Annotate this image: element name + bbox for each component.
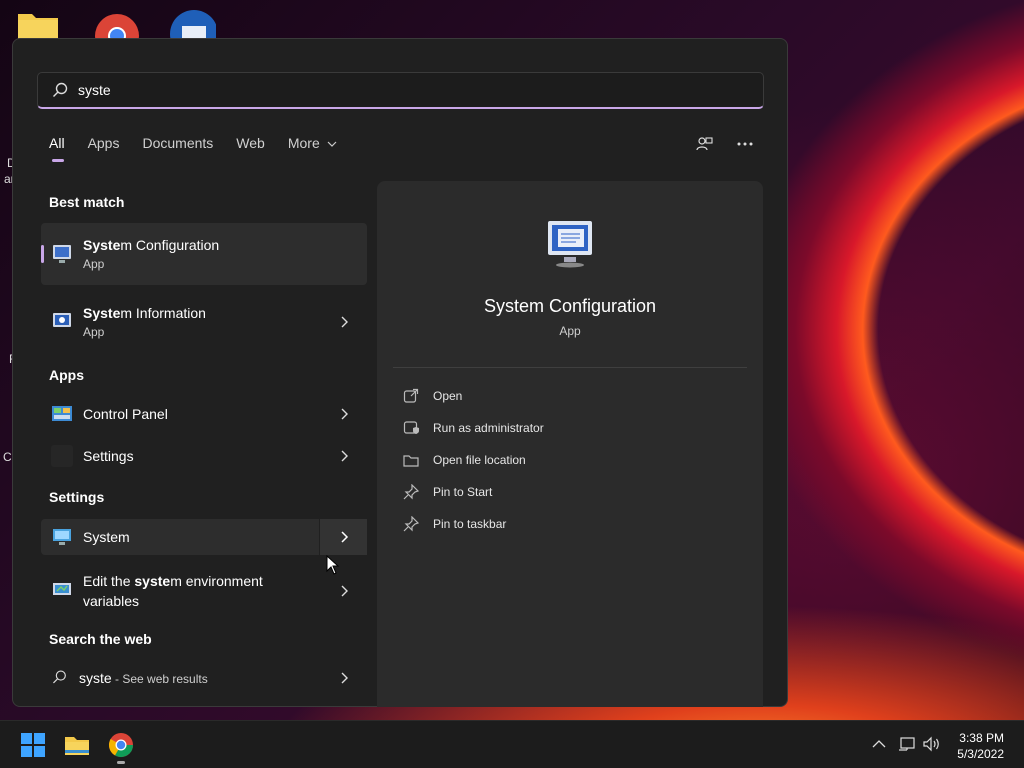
action-label: Open (433, 389, 463, 403)
settings-app-icon (51, 445, 73, 467)
web-results-hint: - See web results (111, 672, 208, 686)
result-type: App (83, 325, 105, 339)
chrome-icon[interactable] (107, 731, 135, 759)
clock-time: 3:38 PM (959, 731, 1004, 745)
network-icon[interactable] (898, 736, 916, 752)
result-name-line2: variables (83, 593, 140, 609)
chevron-right-icon[interactable] (339, 450, 349, 462)
file-explorer-icon[interactable] (63, 731, 91, 759)
section-search-web: Search the web (49, 631, 152, 647)
tab-web[interactable]: Web (236, 135, 265, 151)
match-highlight: Syste (83, 237, 121, 253)
chevron-down-icon (327, 141, 337, 147)
volume-icon[interactable] (922, 736, 940, 752)
result-environment-variables[interactable]: Edit the system environment variables (41, 559, 367, 623)
start-search-panel: All Apps Documents Web More Best match S (12, 38, 788, 707)
mouse-cursor-icon (326, 555, 340, 575)
action-label: Run as administrator (433, 421, 544, 435)
environment-variables-icon (53, 583, 71, 595)
tab-more-label: More (287, 135, 320, 151)
admin-shield-icon (403, 421, 419, 434)
chevron-right-icon[interactable] (339, 316, 349, 328)
pin-icon (403, 516, 419, 532)
action-label: Pin to Start (433, 485, 493, 499)
folder-outline-icon (403, 455, 419, 467)
panel-options (695, 135, 753, 153)
action-open[interactable]: Open (403, 388, 462, 404)
web-query: syste (79, 670, 112, 686)
expand-button[interactable] (319, 519, 367, 555)
clock-date: 5/3/2022 (957, 747, 1004, 761)
section-settings: Settings (49, 489, 105, 505)
chevron-up-icon[interactable] (872, 739, 886, 749)
result-name: Settings (83, 448, 134, 464)
tab-more[interactable]: More (288, 135, 337, 151)
search-box[interactable] (37, 72, 764, 109)
match-highlight: Syste (83, 305, 121, 321)
account-switch-icon[interactable] (695, 135, 713, 153)
chevron-right-icon (340, 531, 348, 543)
system-configuration-large-icon (548, 221, 592, 268)
result-name: Edit the (83, 573, 135, 589)
taskbar: 3:38 PM 5/3/2022 (0, 720, 1024, 768)
result-name: Control Panel (83, 406, 168, 422)
result-system-information[interactable]: System Information App (41, 291, 367, 353)
system-information-icon (53, 313, 71, 327)
result-system-configuration[interactable]: System Configuration App (41, 223, 367, 285)
section-best-match: Best match (49, 194, 125, 210)
tab-documents[interactable]: Documents (142, 135, 213, 151)
action-open-file-location[interactable]: Open file location (403, 452, 526, 468)
control-panel-icon (52, 406, 72, 421)
chevron-right-icon[interactable] (339, 672, 349, 684)
pin-icon (403, 484, 419, 500)
result-web-search[interactable]: syste - See web results (41, 657, 367, 699)
result-name: System (83, 529, 130, 545)
result-name: m Information (120, 305, 206, 321)
start-windows-icon[interactable] (19, 731, 47, 759)
result-name: m Configuration (120, 237, 220, 253)
chevron-right-icon[interactable] (339, 585, 349, 597)
detail-title: System Configuration (483, 296, 657, 316)
action-pin-to-start[interactable]: Pin to Start (403, 484, 492, 500)
system-clock[interactable]: 3:38 PM 5/3/2022 (957, 730, 1004, 762)
detail-subtitle: App (559, 324, 581, 338)
open-icon (403, 388, 419, 403)
detail-pane: System Configuration App Open Run as adm… (377, 181, 763, 707)
action-pin-to-taskbar[interactable]: Pin to taskbar (403, 516, 506, 532)
result-settings[interactable]: Settings (41, 435, 367, 477)
filter-tabs: All Apps Documents Web More (49, 135, 360, 162)
search-icon (53, 82, 68, 97)
system-settings-icon (53, 529, 71, 545)
tab-all[interactable]: All (49, 135, 65, 162)
search-icon (53, 670, 66, 684)
result-control-panel[interactable]: Control Panel (41, 393, 367, 435)
divider (393, 367, 747, 368)
tab-apps[interactable]: Apps (88, 135, 120, 151)
results-list: Best match System Configuration App Syst… (41, 183, 367, 699)
action-label: Pin to taskbar (433, 517, 507, 531)
action-run-as-admin[interactable]: Run as administrator (403, 420, 544, 436)
system-configuration-icon (53, 245, 71, 263)
section-apps: Apps (49, 367, 84, 383)
action-label: Open file location (433, 453, 526, 467)
result-type: App (83, 257, 105, 271)
result-name: m environment (170, 573, 263, 589)
result-system[interactable]: System (41, 519, 367, 555)
chevron-right-icon[interactable] (339, 408, 349, 420)
running-indicator (117, 761, 125, 764)
more-options-icon[interactable] (737, 142, 753, 146)
match-highlight: syste (134, 573, 171, 589)
search-input[interactable] (78, 82, 678, 98)
